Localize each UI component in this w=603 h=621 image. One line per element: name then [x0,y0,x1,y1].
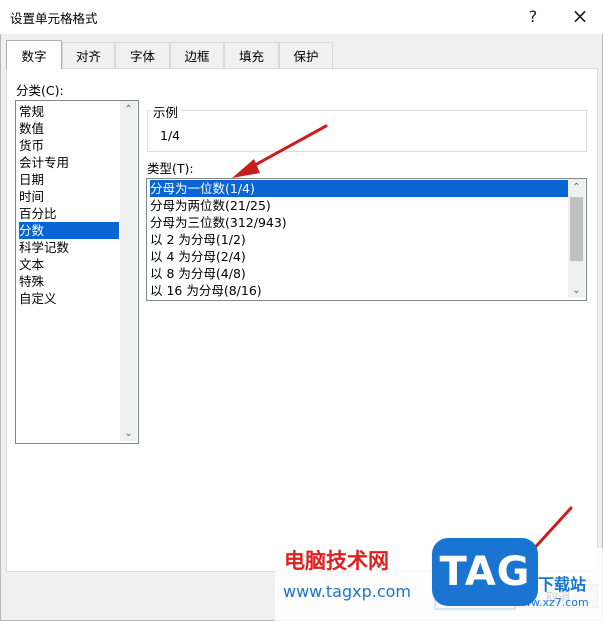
type-listbox[interactable]: 分母为一位数(1/4) 分母为两位数(21/25) 分母为三位数(312/943… [146,178,587,301]
watermark-partial-url: www.xz7.com [513,596,589,609]
tab-label: 对齐 [75,49,101,64]
category-item[interactable]: 会计专用 [19,154,69,171]
category-label: 分类(C): [16,83,64,98]
tab-border[interactable]: 边框 [170,42,224,68]
close-button[interactable]: × [565,3,595,29]
sample-value: 1/4 [160,128,181,143]
category-listbox[interactable]: 常规 数值 货币 会计专用 日期 时间 百分比 分数 科学记数 文本 特殊 自定… [15,100,139,444]
dialog-title: 设置单元格格式 [10,11,98,26]
title-bar: 设置单元格格式 ? × [0,0,603,34]
help-icon: ? [528,6,538,26]
watermark-partial-text: 下载站 [538,575,587,594]
type-item[interactable]: 以 4 为分母(2/4) [150,248,246,265]
sample-legend: 示例 [150,102,182,121]
tag-logo-text: TAG [439,549,531,595]
scrollbar-thumb[interactable] [570,197,583,261]
category-item[interactable]: 科学记数 [19,239,69,256]
category-item[interactable]: 特殊 [19,273,44,290]
tab-protection[interactable]: 保护 [279,42,333,68]
type-item[interactable]: 分母为三位数(312/943) [150,214,287,231]
scroll-up-icon[interactable]: ⌃ [568,179,585,195]
category-scrollbar[interactable]: ⌃ ⌄ [120,101,137,441]
sample-group [147,110,587,152]
category-item[interactable]: 常规 [19,103,44,120]
type-item[interactable]: 以 2 为分母(1/2) [150,231,246,248]
category-item[interactable]: 日期 [19,171,44,188]
scroll-up-icon[interactable]: ⌃ [120,101,137,117]
type-item-selected[interactable]: 分母为一位数(1/4) [150,180,568,197]
close-icon: × [571,4,589,28]
category-item[interactable]: 时间 [19,188,44,205]
watermark-site-name: 电脑技术网 [284,549,389,573]
category-item-selected[interactable]: 分数 [19,222,119,239]
watermark-url: www.tagxp.com [283,582,411,601]
type-item[interactable]: 以 8 为分母(4/8) [150,265,246,282]
tab-fill[interactable]: 填充 [224,42,279,68]
category-item[interactable]: 货币 [19,137,44,154]
category-item[interactable]: 文本 [19,256,44,273]
tab-label: 保护 [293,49,319,64]
tab-number[interactable]: 数字 [6,40,62,69]
tab-label: 边框 [184,49,210,64]
help-button[interactable]: ? [518,3,548,29]
category-item[interactable]: 百分比 [19,205,57,222]
tab-alignment[interactable]: 对齐 [62,42,115,68]
type-item[interactable]: 以 16 为分母(8/16) [150,282,262,299]
tab-label: 填充 [238,49,264,64]
type-item[interactable]: 分母为两位数(21/25) [150,197,271,214]
type-label: 类型(T): [147,161,194,176]
category-item[interactable]: 数值 [19,120,44,137]
type-scrollbar[interactable]: ⌃ ⌄ [568,179,585,298]
scroll-down-icon[interactable]: ⌄ [120,425,137,441]
tab-font[interactable]: 字体 [115,42,170,68]
tab-label: 数字 [21,48,47,64]
category-item[interactable]: 自定义 [19,290,57,307]
scroll-down-icon[interactable]: ⌄ [568,282,585,298]
tab-label: 字体 [129,49,155,64]
